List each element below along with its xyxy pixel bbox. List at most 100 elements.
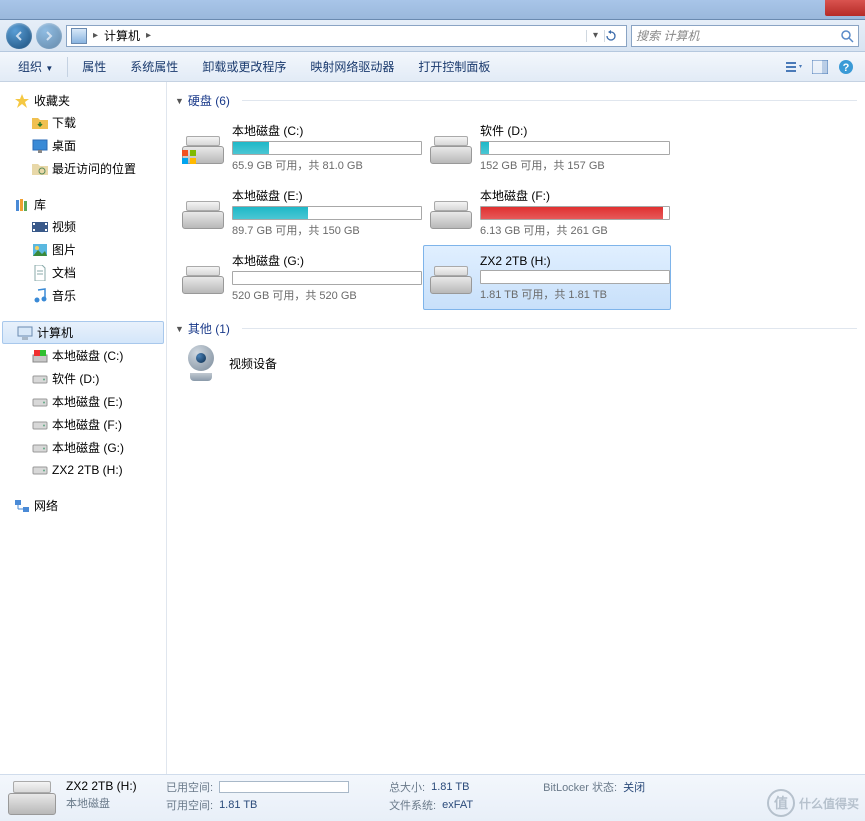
search-placeholder: 搜索 计算机 bbox=[636, 27, 699, 44]
desktop-icon bbox=[32, 138, 48, 154]
search-input[interactable]: 搜索 计算机 bbox=[631, 25, 859, 47]
computer-icon bbox=[17, 325, 33, 341]
organize-button[interactable]: 组织 ▼ bbox=[8, 56, 63, 78]
category-hdd-header[interactable]: ▼ 硬盘 (6) bbox=[167, 90, 865, 111]
properties-button[interactable]: 属性 bbox=[72, 56, 116, 78]
drive-stats: 152 GB 可用，共 157 GB bbox=[480, 157, 664, 173]
webcam-icon bbox=[183, 345, 219, 381]
drive-stats: 65.9 GB 可用，共 81.0 GB bbox=[232, 157, 416, 173]
device-item-video[interactable]: 视频设备 bbox=[167, 339, 865, 387]
drive-icon bbox=[32, 417, 48, 433]
sidebar-computer-header[interactable]: 计算机 bbox=[2, 321, 164, 344]
details-type: 本地磁盘 bbox=[66, 795, 156, 811]
drive-item[interactable]: 本地磁盘 (F:)6.13 GB 可用，共 261 GB bbox=[423, 180, 671, 245]
sidebar-item-videos[interactable]: 视频 bbox=[0, 215, 166, 238]
drive-name: 本地磁盘 (C:) bbox=[232, 122, 416, 139]
titlebar bbox=[0, 0, 865, 20]
recent-icon bbox=[32, 161, 48, 177]
drive-item[interactable]: 本地磁盘 (G:) 520 GB 可用，共 520 GB bbox=[175, 245, 423, 310]
sidebar-item-drive[interactable]: 软件 (D:) bbox=[0, 367, 166, 390]
drive-name: 本地磁盘 (F:) bbox=[480, 187, 664, 204]
video-icon bbox=[32, 219, 48, 235]
drive-stats: 1.81 TB 可用，共 1.81 TB bbox=[480, 286, 664, 302]
drive-icon bbox=[8, 779, 56, 817]
drive-name: 本地磁盘 (E:) bbox=[232, 187, 416, 204]
sidebar-item-music[interactable]: 音乐 bbox=[0, 284, 166, 307]
computer-icon bbox=[71, 28, 87, 44]
sidebar: 收藏夹 下载 桌面 最近访问的位置 库 视频 图片 文档 音乐 计算机 本地磁盘… bbox=[0, 82, 167, 774]
address-dropdown[interactable]: ▾ bbox=[586, 30, 604, 42]
drive-item[interactable]: 本地磁盘 (E:) 89.7 GB 可用，共 150 GB bbox=[175, 180, 423, 245]
sidebar-item-drive[interactable]: 本地磁盘 (F:) bbox=[0, 413, 166, 436]
toolbar: 组织 ▼ 属性 系统属性 卸载或更改程序 映射网络驱动器 打开控制面板 ? bbox=[0, 52, 865, 82]
help-button[interactable]: ? bbox=[835, 56, 857, 78]
refresh-button[interactable] bbox=[604, 30, 622, 42]
drive-icon bbox=[32, 371, 48, 387]
network-icon bbox=[14, 498, 30, 514]
drive-icon bbox=[430, 197, 472, 229]
drive-item[interactable]: 软件 (D:) 152 GB 可用，共 157 GB bbox=[423, 115, 671, 180]
category-other-header[interactable]: ▼ 其他 (1) bbox=[167, 318, 865, 339]
address-row: ▸ 计算机 ▸ ▾ 搜索 计算机 bbox=[0, 20, 865, 52]
drive-item[interactable]: 本地磁盘 (C:) 65.9 GB 可用，共 81.0 GB bbox=[175, 115, 423, 180]
details-pane: ZX2 2TB (H:) 本地磁盘 已用空间: 可用空间:1.81 TB 总大小… bbox=[0, 774, 865, 821]
sidebar-item-drive[interactable]: ZX2 2TB (H:) bbox=[0, 459, 166, 481]
breadcrumb-arrow-icon[interactable]: ▸ bbox=[91, 30, 100, 41]
drive-name: 本地磁盘 (G:) bbox=[232, 252, 416, 269]
map-network-drive-button[interactable]: 映射网络驱动器 bbox=[300, 56, 404, 78]
music-icon bbox=[32, 288, 48, 304]
drive-icon bbox=[32, 440, 48, 456]
drive-icon bbox=[32, 394, 48, 410]
sidebar-item-recent[interactable]: 最近访问的位置 bbox=[0, 157, 166, 180]
drive-icon bbox=[182, 197, 224, 229]
content-pane: ▼ 硬盘 (6) 本地磁盘 (C:) 65.9 GB 可用，共 81.0 GB 软件… bbox=[167, 82, 865, 774]
drive-usage-bar bbox=[480, 141, 670, 155]
control-panel-button[interactable]: 打开控制面板 bbox=[408, 56, 500, 78]
drive-icon bbox=[430, 132, 472, 164]
sidebar-favorites-header[interactable]: 收藏夹 bbox=[0, 90, 166, 111]
drive-usage-bar bbox=[232, 141, 422, 155]
sidebar-libraries-header[interactable]: 库 bbox=[0, 194, 166, 215]
document-icon bbox=[32, 265, 48, 281]
drive-usage-bar bbox=[480, 206, 670, 220]
drive-item[interactable]: ZX2 2TB (H:) 1.81 TB 可用，共 1.81 TB bbox=[423, 245, 671, 310]
drive-icon bbox=[182, 132, 224, 164]
watermark: 值 什么值得买 bbox=[767, 789, 859, 817]
close-button[interactable] bbox=[825, 0, 865, 16]
address-bar[interactable]: ▸ 计算机 ▸ ▾ bbox=[66, 25, 627, 47]
sidebar-item-drive[interactable]: 本地磁盘 (G:) bbox=[0, 436, 166, 459]
search-icon bbox=[840, 29, 854, 43]
sidebar-item-documents[interactable]: 文档 bbox=[0, 261, 166, 284]
drive-stats: 520 GB 可用，共 520 GB bbox=[232, 287, 416, 303]
sidebar-item-desktop[interactable]: 桌面 bbox=[0, 134, 166, 157]
picture-icon bbox=[32, 242, 48, 258]
drive-name: ZX2 2TB (H:) bbox=[480, 254, 664, 268]
system-properties-button[interactable]: 系统属性 bbox=[120, 56, 188, 78]
drive-icon bbox=[182, 262, 224, 294]
folder-icon bbox=[32, 115, 48, 131]
sidebar-network-header[interactable]: 网络 bbox=[0, 495, 166, 516]
preview-pane-button[interactable] bbox=[809, 56, 831, 78]
drive-icon bbox=[32, 348, 48, 364]
triangle-down-icon: ▼ bbox=[175, 324, 184, 334]
drive-icon bbox=[430, 262, 472, 294]
uninstall-programs-button[interactable]: 卸载或更改程序 bbox=[192, 56, 296, 78]
forward-button[interactable] bbox=[36, 23, 62, 49]
view-options-button[interactable] bbox=[783, 56, 805, 78]
drive-stats: 89.7 GB 可用，共 150 GB bbox=[232, 222, 416, 238]
sidebar-item-downloads[interactable]: 下载 bbox=[0, 111, 166, 134]
drive-icon bbox=[32, 462, 48, 478]
details-usage-bar bbox=[219, 781, 349, 793]
triangle-down-icon: ▼ bbox=[175, 96, 184, 106]
drive-usage-bar bbox=[232, 271, 422, 285]
drive-name: 软件 (D:) bbox=[480, 122, 664, 139]
sidebar-item-pictures[interactable]: 图片 bbox=[0, 238, 166, 261]
svg-text:?: ? bbox=[843, 62, 850, 74]
libraries-icon bbox=[14, 197, 30, 213]
sidebar-item-drive[interactable]: 本地磁盘 (E:) bbox=[0, 390, 166, 413]
back-button[interactable] bbox=[6, 23, 32, 49]
breadcrumb-arrow-icon[interactable]: ▸ bbox=[144, 30, 153, 41]
breadcrumb-location[interactable]: 计算机 bbox=[104, 27, 140, 44]
drive-usage-bar bbox=[480, 270, 670, 284]
sidebar-item-drive[interactable]: 本地磁盘 (C:) bbox=[0, 344, 166, 367]
